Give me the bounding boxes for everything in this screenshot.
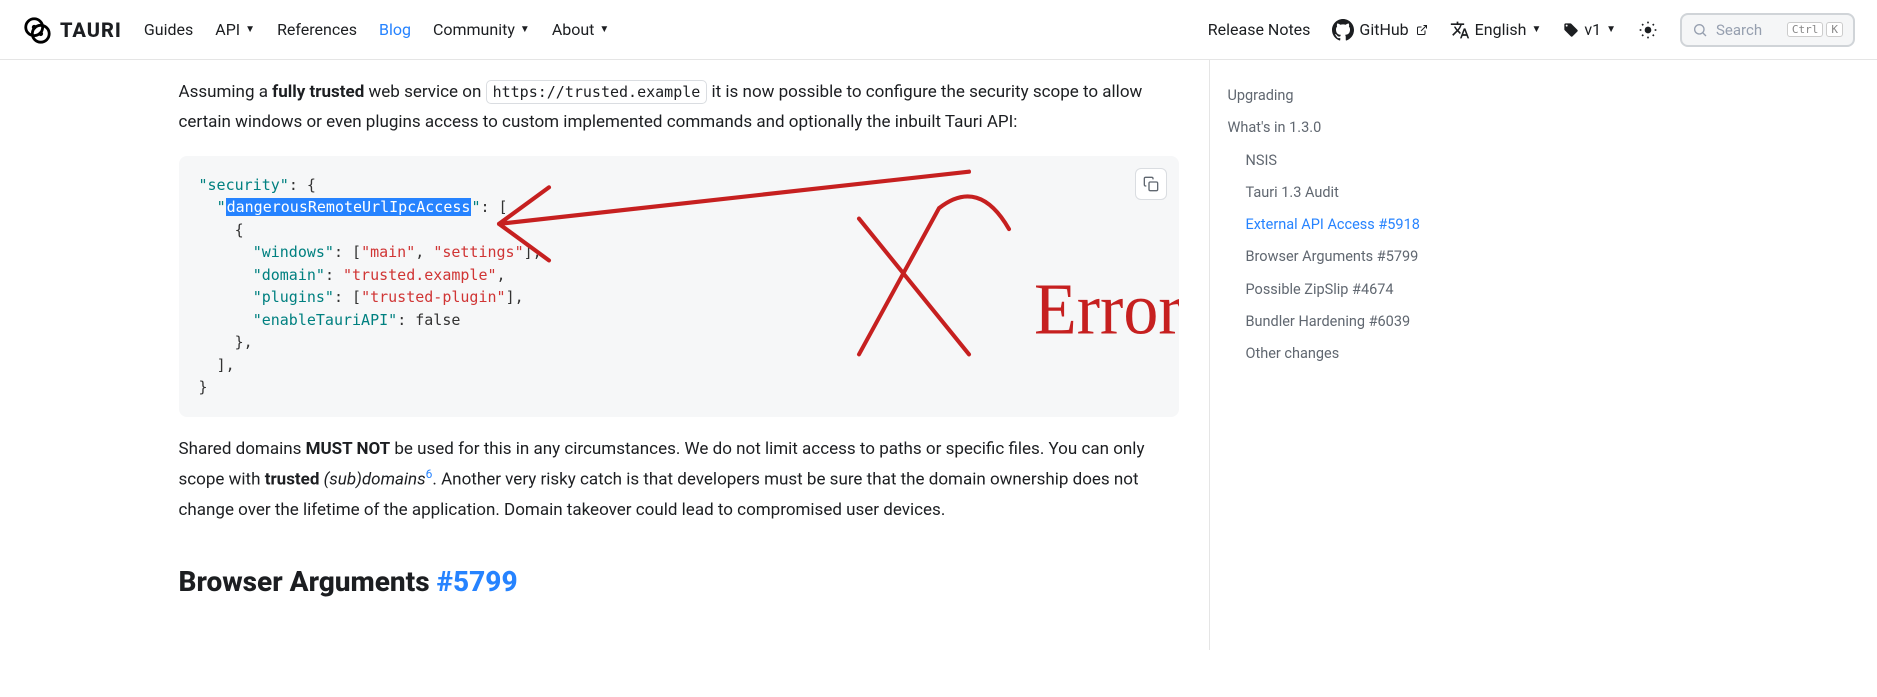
theme-toggle[interactable] bbox=[1638, 20, 1658, 40]
nav-references[interactable]: References bbox=[277, 20, 357, 39]
nav-about[interactable]: About▼ bbox=[552, 20, 610, 39]
external-link-icon bbox=[1416, 24, 1428, 36]
brand-logo[interactable]: TAURI bbox=[22, 15, 122, 45]
toc-zipslip[interactable]: Possible ZipSlip #4674 bbox=[1228, 274, 1489, 306]
chevron-down-icon: ▼ bbox=[245, 24, 255, 35]
code-block-security: "security": { "dangerousRemoteUrlIpcAcce… bbox=[179, 156, 1179, 417]
nav-community[interactable]: Community▼ bbox=[433, 20, 530, 39]
translate-icon bbox=[1450, 20, 1470, 40]
nav-api[interactable]: API▼ bbox=[215, 20, 255, 39]
article-content: Assuming a fully trusted web service on … bbox=[179, 60, 1209, 650]
chevron-down-icon: ▼ bbox=[599, 24, 609, 35]
search-icon bbox=[1692, 22, 1708, 38]
nav-github[interactable]: GitHub bbox=[1332, 19, 1427, 41]
warning-paragraph: Shared domains MUST NOT be used for this… bbox=[179, 435, 1179, 526]
brand-text: TAURI bbox=[60, 18, 122, 42]
chevron-down-icon: ▼ bbox=[1531, 24, 1541, 35]
toc-upgrading[interactable]: Upgrading bbox=[1228, 80, 1489, 112]
chevron-down-icon: ▼ bbox=[1606, 24, 1616, 35]
copy-icon bbox=[1143, 176, 1159, 192]
toc-other[interactable]: Other changes bbox=[1228, 338, 1489, 370]
toc-nsis[interactable]: NSIS bbox=[1228, 145, 1489, 177]
inline-code-url: https://trusted.example bbox=[486, 80, 708, 104]
nav-guides[interactable]: Guides bbox=[144, 20, 193, 39]
tauri-logo-icon bbox=[22, 15, 52, 45]
toc-bundler[interactable]: Bundler Hardening #6039 bbox=[1228, 306, 1489, 338]
highlighted-key: dangerousRemoteUrlIpcAccess bbox=[226, 198, 472, 216]
toc-audit[interactable]: Tauri 1.3 Audit bbox=[1228, 177, 1489, 209]
top-navbar: TAURI Guides API▼ References Blog Commun… bbox=[0, 0, 1877, 60]
search-input[interactable]: Search CtrlK bbox=[1680, 13, 1855, 47]
sun-icon bbox=[1638, 20, 1658, 40]
toc-whats-in[interactable]: What's in 1.3.0 bbox=[1228, 112, 1489, 144]
toc-external-api[interactable]: External API Access #5918 bbox=[1228, 209, 1489, 241]
nav-blog[interactable]: Blog bbox=[379, 20, 411, 39]
chevron-down-icon: ▼ bbox=[520, 24, 530, 35]
table-of-contents: Upgrading What's in 1.3.0 NSIS Tauri 1.3… bbox=[1209, 60, 1489, 650]
toc-browser-args[interactable]: Browser Arguments #5799 bbox=[1228, 241, 1489, 273]
nav-version[interactable]: v1▼ bbox=[1563, 20, 1616, 39]
navbar-right: Release Notes GitHub English▼ v1▼ Search… bbox=[1208, 13, 1855, 47]
navbar-left: TAURI Guides API▼ References Blog Commun… bbox=[22, 15, 609, 45]
copy-button[interactable] bbox=[1135, 168, 1167, 200]
tag-icon bbox=[1563, 22, 1579, 38]
section-heading-browser-args: Browser Arguments #5799 bbox=[179, 565, 1179, 598]
github-icon bbox=[1332, 19, 1354, 41]
search-placeholder: Search bbox=[1716, 21, 1779, 39]
nav-language[interactable]: English▼ bbox=[1450, 20, 1542, 40]
search-kbd-hint: CtrlK bbox=[1787, 22, 1843, 37]
issue-link-5799[interactable]: #5799 bbox=[437, 565, 518, 598]
intro-paragraph: Assuming a fully trusted web service on … bbox=[179, 78, 1179, 138]
nav-release-notes[interactable]: Release Notes bbox=[1208, 20, 1311, 39]
